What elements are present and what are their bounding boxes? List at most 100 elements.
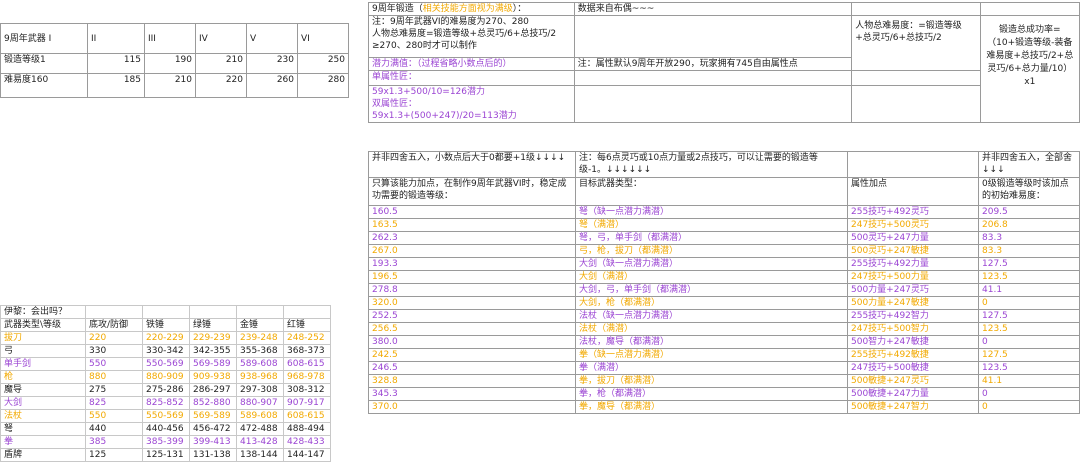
cell[interactable] [851,70,981,86]
level-cell[interactable]: 246.5 [368,361,576,375]
weapon-cell[interactable]: 拳（缺一点潜力满潜） [575,348,848,362]
cell[interactable]: 280 [297,73,349,98]
weapon-cell[interactable]: 弩（满潜） [575,218,848,232]
weapon-cell[interactable]: 大剑（缺一点潜力满潜） [575,257,848,271]
col-header[interactable]: 武器类型\等级 [0,318,86,332]
range-cell[interactable]: 355-368 [236,344,284,358]
weapon-type-cell[interactable]: 拳 [0,435,86,449]
attr-cell[interactable]: 247技巧+500智力 [847,322,979,336]
range-cell[interactable]: 589-608 [236,357,284,371]
weapon-cell[interactable]: 拳（满潜） [575,361,848,375]
level-cell[interactable]: 242.5 [368,348,576,362]
range-cell[interactable]: 342-355 [189,344,237,358]
potential-cell[interactable]: 潜力满值：（过程省略小数点后的） [368,57,575,71]
weapon-cell[interactable]: 法杖（满潜） [575,322,848,336]
weapon-cell[interactable]: 弩（缺一点潜力满潜） [575,205,848,219]
range-cell[interactable]: 550 [85,409,143,423]
weapon-cell[interactable]: 大剑，弓，单手剑（都满潜） [575,283,848,297]
init-difficulty-cell[interactable]: 0 [978,387,1080,401]
attr-cell[interactable]: 247技巧+500力量 [847,270,979,284]
range-cell[interactable]: 385 [85,435,143,449]
single-label-cell[interactable]: 单属性匠： [368,70,575,86]
weapon-type-cell[interactable]: 弩 [0,422,86,436]
range-cell[interactable]: 239-248 [236,331,284,345]
level-cell[interactable]: 345.3 [368,387,576,401]
init-difficulty-cell[interactable]: 127.5 [978,257,1080,271]
range-cell[interactable]: 880 [85,370,143,384]
range-cell[interactable]: 428-433 [283,435,331,449]
cell[interactable]: 190 [144,53,196,74]
range-cell[interactable]: 286-297 [189,383,237,397]
init-difficulty-cell[interactable]: 41.1 [978,283,1080,297]
range-cell[interactable]: 569-589 [189,409,237,423]
range-cell[interactable]: 330 [85,344,143,358]
cell[interactable]: 250 [297,53,349,74]
level-cell[interactable]: 193.3 [368,257,576,271]
level-cell[interactable]: 163.5 [368,218,576,232]
init-difficulty-cell[interactable]: 209.5 [978,205,1080,219]
level-cell[interactable]: 328.8 [368,374,576,388]
attr-cell[interactable]: 247技巧+500敏捷 [847,361,979,375]
attr-cell[interactable]: 255技巧+492智力 [847,309,979,323]
range-cell[interactable]: 550-569 [142,357,190,371]
cell[interactable]: 185 [87,73,145,98]
range-cell[interactable]: 589-608 [236,409,284,423]
cell[interactable] [979,2,1080,16]
range-cell[interactable]: 852-880 [189,396,237,410]
header-cell[interactable]: II [87,23,145,54]
col-header[interactable]: 铁锤 [142,318,190,332]
cell[interactable]: 210 [144,73,196,98]
init-difficulty-cell[interactable]: 123.5 [978,361,1080,375]
range-cell[interactable]: 138-144 [236,448,284,462]
char-difficulty-cell[interactable]: 人物总难易度：=锻造等级+总灵巧/6+总技巧/2 [851,15,981,71]
init-difficulty-cell[interactable]: 83.3 [978,231,1080,245]
note-cell[interactable]: 注：9周年武器VI的难易度为270、280 人物总难易度=锻造等级+总灵巧/6+… [368,15,575,58]
header-cell[interactable]: VI [297,23,349,54]
attr-cell[interactable]: 500敏捷+247力量 [847,387,979,401]
weapon-cell[interactable]: 拳，枪（都满潜） [575,387,848,401]
weapon-type-cell[interactable]: 枪 [0,370,86,384]
attr-cell[interactable]: 247技巧+500灵巧 [847,218,979,232]
range-cell[interactable]: 125 [85,448,143,462]
cell[interactable] [142,305,190,319]
source-cell[interactable]: 数据来自布偶~~~ [573,2,853,16]
range-cell[interactable]: 440-456 [142,422,190,436]
header-cell[interactable]: V [246,23,298,54]
range-cell[interactable]: 825-852 [142,396,190,410]
col-header[interactable]: 目标武器类型： [575,177,848,206]
success-rate-cell[interactable]: 锻造总成功率=（10+锻造等级-装备难易度+总技巧/2+总灵巧/6+总力量/10… [979,15,1080,123]
level-cell[interactable]: 370.0 [368,400,576,414]
range-cell[interactable]: 550-569 [142,409,190,423]
range-cell[interactable]: 144-147 [283,448,331,462]
cell[interactable]: 锻造等级1 [0,53,88,74]
cell[interactable] [85,305,143,319]
range-cell[interactable]: 275-286 [142,383,190,397]
init-difficulty-cell[interactable]: 0 [978,400,1080,414]
range-cell[interactable]: 220 [85,331,143,345]
cell[interactable]: 260 [246,73,298,98]
weapon-type-cell[interactable]: 拔刀 [0,331,86,345]
col-header[interactable]: 0级锻造等级时该加点的初始难易度： [978,177,1080,206]
weapon-cell[interactable]: 大剑（满潜） [575,270,848,284]
range-cell[interactable]: 569-589 [189,357,237,371]
range-cell[interactable]: 385-399 [142,435,190,449]
weapon-type-cell[interactable]: 大剑 [0,396,86,410]
attr-cell[interactable]: 255技巧+492敏捷 [847,348,979,362]
cell[interactable] [573,85,853,123]
range-cell[interactable]: 880-909 [142,370,190,384]
col-header[interactable]: 红锤 [283,318,331,332]
cell[interactable]: 115 [87,53,145,74]
range-cell[interactable]: 608-615 [283,409,331,423]
level-cell[interactable]: 252.5 [368,309,576,323]
range-cell[interactable]: 275 [85,383,143,397]
init-difficulty-cell[interactable]: 83.3 [978,244,1080,258]
caption-cell[interactable]: 伊黎：会出吗？ [0,305,86,319]
cell[interactable] [573,15,853,58]
weapon-type-cell[interactable]: 魔导 [0,383,86,397]
col-header[interactable]: 底攻/防御 [85,318,143,332]
attr-cell[interactable]: 500灵巧+247敏捷 [847,244,979,258]
weapon-type-cell[interactable]: 盾牌 [0,448,86,462]
cell[interactable] [573,70,853,86]
range-cell[interactable]: 308-312 [283,383,331,397]
init-difficulty-cell[interactable]: 123.5 [978,322,1080,336]
